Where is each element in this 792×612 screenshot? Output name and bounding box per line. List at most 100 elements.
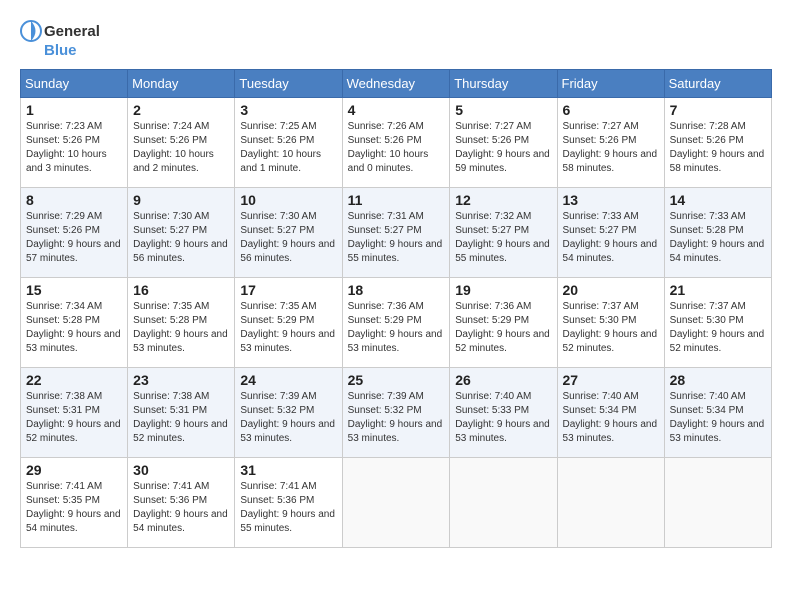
calendar-cell: 4 Sunrise: 7:26 AM Sunset: 5:26 PM Dayli… xyxy=(342,98,450,188)
day-number: 4 xyxy=(348,102,445,118)
calendar-cell: 29 Sunrise: 7:41 AM Sunset: 5:35 PM Dayl… xyxy=(21,458,128,548)
day-number: 31 xyxy=(240,462,336,478)
day-number: 3 xyxy=(240,102,336,118)
weekday-header: Saturday xyxy=(664,70,771,98)
calendar-cell: 19 Sunrise: 7:36 AM Sunset: 5:29 PM Dayl… xyxy=(450,278,557,368)
weekday-header: Thursday xyxy=(450,70,557,98)
day-info: Sunrise: 7:24 AM Sunset: 5:26 PM Dayligh… xyxy=(133,120,229,176)
calendar-cell: 8 Sunrise: 7:29 AM Sunset: 5:26 PM Dayli… xyxy=(21,188,128,278)
calendar-week-row: 8 Sunrise: 7:29 AM Sunset: 5:26 PM Dayli… xyxy=(21,188,772,278)
day-info: Sunrise: 7:39 AM Sunset: 5:32 PM Dayligh… xyxy=(348,390,445,446)
calendar-cell: 13 Sunrise: 7:33 AM Sunset: 5:27 PM Dayl… xyxy=(557,188,664,278)
day-info: Sunrise: 7:40 AM Sunset: 5:33 PM Dayligh… xyxy=(455,390,551,446)
day-number: 2 xyxy=(133,102,229,118)
day-info: Sunrise: 7:35 AM Sunset: 5:28 PM Dayligh… xyxy=(133,300,229,356)
calendar-cell: 14 Sunrise: 7:33 AM Sunset: 5:28 PM Dayl… xyxy=(664,188,771,278)
day-number: 10 xyxy=(240,192,336,208)
day-info: Sunrise: 7:40 AM Sunset: 5:34 PM Dayligh… xyxy=(670,390,766,446)
day-info: Sunrise: 7:27 AM Sunset: 5:26 PM Dayligh… xyxy=(455,120,551,176)
day-info: Sunrise: 7:30 AM Sunset: 5:27 PM Dayligh… xyxy=(240,210,336,266)
header-section: General Blue xyxy=(20,20,772,59)
calendar-cell: 22 Sunrise: 7:38 AM Sunset: 5:31 PM Dayl… xyxy=(21,368,128,458)
logo-text-general: General xyxy=(44,23,100,40)
weekday-header: Sunday xyxy=(21,70,128,98)
calendar-cell: 24 Sunrise: 7:39 AM Sunset: 5:32 PM Dayl… xyxy=(235,368,342,458)
calendar-cell: 26 Sunrise: 7:40 AM Sunset: 5:33 PM Dayl… xyxy=(450,368,557,458)
calendar-cell: 16 Sunrise: 7:35 AM Sunset: 5:28 PM Dayl… xyxy=(128,278,235,368)
calendar-cell: 20 Sunrise: 7:37 AM Sunset: 5:30 PM Dayl… xyxy=(557,278,664,368)
day-number: 1 xyxy=(26,102,122,118)
day-info: Sunrise: 7:40 AM Sunset: 5:34 PM Dayligh… xyxy=(563,390,659,446)
day-info: Sunrise: 7:41 AM Sunset: 5:35 PM Dayligh… xyxy=(26,480,122,536)
day-info: Sunrise: 7:41 AM Sunset: 5:36 PM Dayligh… xyxy=(240,480,336,536)
day-number: 19 xyxy=(455,282,551,298)
day-number: 28 xyxy=(670,372,766,388)
calendar-cell: 9 Sunrise: 7:30 AM Sunset: 5:27 PM Dayli… xyxy=(128,188,235,278)
calendar-week-row: 15 Sunrise: 7:34 AM Sunset: 5:28 PM Dayl… xyxy=(21,278,772,368)
calendar-cell: 25 Sunrise: 7:39 AM Sunset: 5:32 PM Dayl… xyxy=(342,368,450,458)
calendar-week-row: 22 Sunrise: 7:38 AM Sunset: 5:31 PM Dayl… xyxy=(21,368,772,458)
day-info: Sunrise: 7:36 AM Sunset: 5:29 PM Dayligh… xyxy=(455,300,551,356)
day-info: Sunrise: 7:39 AM Sunset: 5:32 PM Dayligh… xyxy=(240,390,336,446)
calendar-cell: 31 Sunrise: 7:41 AM Sunset: 5:36 PM Dayl… xyxy=(235,458,342,548)
day-number: 21 xyxy=(670,282,766,298)
day-info: Sunrise: 7:37 AM Sunset: 5:30 PM Dayligh… xyxy=(670,300,766,356)
day-info: Sunrise: 7:23 AM Sunset: 5:26 PM Dayligh… xyxy=(26,120,122,176)
day-number: 26 xyxy=(455,372,551,388)
calendar-cell xyxy=(557,458,664,548)
day-number: 23 xyxy=(133,372,229,388)
day-info: Sunrise: 7:29 AM Sunset: 5:26 PM Dayligh… xyxy=(26,210,122,266)
day-info: Sunrise: 7:27 AM Sunset: 5:26 PM Dayligh… xyxy=(563,120,659,176)
calendar-cell xyxy=(664,458,771,548)
day-number: 13 xyxy=(563,192,659,208)
calendar-cell xyxy=(342,458,450,548)
day-number: 14 xyxy=(670,192,766,208)
calendar-week-row: 29 Sunrise: 7:41 AM Sunset: 5:35 PM Dayl… xyxy=(21,458,772,548)
day-info: Sunrise: 7:32 AM Sunset: 5:27 PM Dayligh… xyxy=(455,210,551,266)
day-info: Sunrise: 7:35 AM Sunset: 5:29 PM Dayligh… xyxy=(240,300,336,356)
day-number: 11 xyxy=(348,192,445,208)
calendar-cell: 23 Sunrise: 7:38 AM Sunset: 5:31 PM Dayl… xyxy=(128,368,235,458)
day-info: Sunrise: 7:30 AM Sunset: 5:27 PM Dayligh… xyxy=(133,210,229,266)
calendar-cell: 18 Sunrise: 7:36 AM Sunset: 5:29 PM Dayl… xyxy=(342,278,450,368)
day-number: 9 xyxy=(133,192,229,208)
day-number: 22 xyxy=(26,372,122,388)
weekday-header: Monday xyxy=(128,70,235,98)
calendar-cell: 3 Sunrise: 7:25 AM Sunset: 5:26 PM Dayli… xyxy=(235,98,342,188)
day-number: 25 xyxy=(348,372,445,388)
day-number: 20 xyxy=(563,282,659,298)
day-info: Sunrise: 7:34 AM Sunset: 5:28 PM Dayligh… xyxy=(26,300,122,356)
day-info: Sunrise: 7:31 AM Sunset: 5:27 PM Dayligh… xyxy=(348,210,445,266)
day-number: 30 xyxy=(133,462,229,478)
day-number: 8 xyxy=(26,192,122,208)
weekday-header: Wednesday xyxy=(342,70,450,98)
logo-icon xyxy=(20,20,42,42)
day-info: Sunrise: 7:41 AM Sunset: 5:36 PM Dayligh… xyxy=(133,480,229,536)
calendar-cell xyxy=(450,458,557,548)
calendar-table: SundayMondayTuesdayWednesdayThursdayFrid… xyxy=(20,69,772,548)
day-info: Sunrise: 7:38 AM Sunset: 5:31 PM Dayligh… xyxy=(133,390,229,446)
day-info: Sunrise: 7:25 AM Sunset: 5:26 PM Dayligh… xyxy=(240,120,336,176)
day-number: 7 xyxy=(670,102,766,118)
day-number: 17 xyxy=(240,282,336,298)
day-number: 15 xyxy=(26,282,122,298)
calendar-cell: 6 Sunrise: 7:27 AM Sunset: 5:26 PM Dayli… xyxy=(557,98,664,188)
calendar-cell: 5 Sunrise: 7:27 AM Sunset: 5:26 PM Dayli… xyxy=(450,98,557,188)
day-number: 5 xyxy=(455,102,551,118)
calendar-cell: 2 Sunrise: 7:24 AM Sunset: 5:26 PM Dayli… xyxy=(128,98,235,188)
calendar-cell: 30 Sunrise: 7:41 AM Sunset: 5:36 PM Dayl… xyxy=(128,458,235,548)
calendar-cell: 11 Sunrise: 7:31 AM Sunset: 5:27 PM Dayl… xyxy=(342,188,450,278)
day-number: 16 xyxy=(133,282,229,298)
weekday-header: Tuesday xyxy=(235,70,342,98)
logo: General Blue xyxy=(20,20,100,59)
day-number: 12 xyxy=(455,192,551,208)
day-number: 29 xyxy=(26,462,122,478)
calendar-cell: 21 Sunrise: 7:37 AM Sunset: 5:30 PM Dayl… xyxy=(664,278,771,368)
calendar-cell: 12 Sunrise: 7:32 AM Sunset: 5:27 PM Dayl… xyxy=(450,188,557,278)
weekday-header: Friday xyxy=(557,70,664,98)
calendar-week-row: 1 Sunrise: 7:23 AM Sunset: 5:26 PM Dayli… xyxy=(21,98,772,188)
day-info: Sunrise: 7:38 AM Sunset: 5:31 PM Dayligh… xyxy=(26,390,122,446)
day-info: Sunrise: 7:36 AM Sunset: 5:29 PM Dayligh… xyxy=(348,300,445,356)
day-number: 6 xyxy=(563,102,659,118)
logo-text-blue: Blue xyxy=(44,42,77,59)
